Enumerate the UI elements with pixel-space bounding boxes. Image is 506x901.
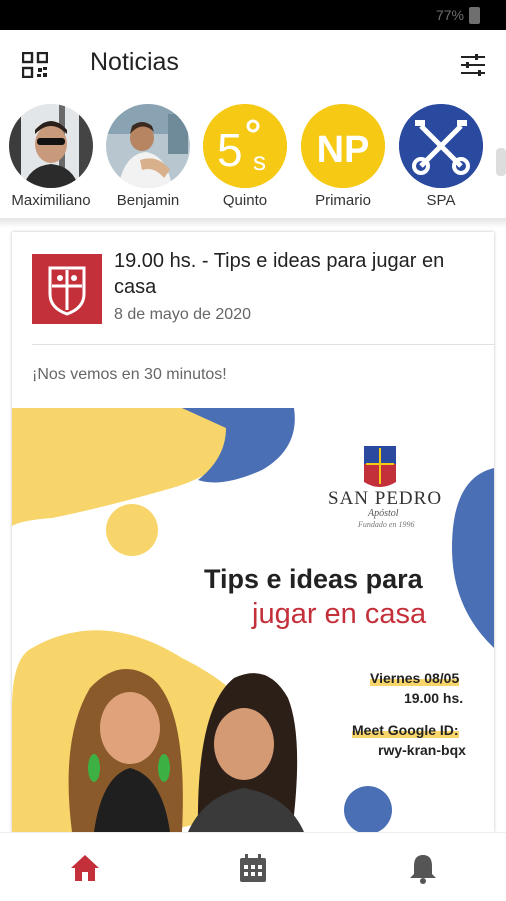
poster-day: Viernes 08/05 bbox=[370, 670, 460, 686]
poster-meet-id: rwy-kran-bqx bbox=[378, 742, 466, 758]
svg-text:NP: NP bbox=[317, 129, 370, 171]
story-maximiliano[interactable]: Maximiliano bbox=[6, 104, 96, 209]
post-title: 19.00 hs. - Tips e ideas para jugar en c… bbox=[114, 250, 445, 298]
poster-time: 19.00 hs. bbox=[404, 690, 464, 706]
bell-icon[interactable] bbox=[406, 851, 440, 885]
stories-row: Maximiliano Benjamin 5 s Quinto NP Prima… bbox=[0, 98, 506, 218]
battery-percent: 77% bbox=[435, 7, 464, 23]
avatar bbox=[9, 104, 93, 188]
svg-text:s: s bbox=[253, 146, 266, 176]
post-poster-image[interactable]: SAN PEDRO Apóstol Fundado en 1996 Tips e… bbox=[12, 408, 494, 832]
avatar bbox=[106, 104, 190, 188]
poster-headline-1: Tips e ideas para bbox=[204, 564, 423, 594]
page-title: Noticias bbox=[90, 48, 179, 76]
status-bar: 77% bbox=[0, 0, 506, 30]
school-logo bbox=[32, 254, 102, 324]
poster-headline-2: jugar en casa bbox=[252, 598, 427, 630]
story-primario[interactable]: NP Primario bbox=[298, 104, 388, 209]
story-label: SPA bbox=[426, 192, 456, 209]
home-icon[interactable] bbox=[68, 851, 102, 885]
next-story-peek[interactable] bbox=[496, 148, 506, 176]
avatar bbox=[399, 104, 483, 188]
divider bbox=[32, 344, 494, 345]
story-label: Maximiliano bbox=[11, 192, 91, 209]
battery-icon bbox=[469, 7, 480, 24]
story-quinto[interactable]: 5 s Quinto bbox=[200, 104, 290, 209]
news-post-card[interactable]: 19.00 hs. - Tips e ideas para jugar en c… bbox=[12, 232, 494, 832]
poster-brand-sub: Apóstol bbox=[368, 508, 399, 519]
app-bar: Noticias bbox=[0, 30, 506, 98]
svg-text:5: 5 bbox=[217, 124, 243, 176]
story-label: Quinto bbox=[222, 192, 268, 209]
story-spa[interactable]: SPA bbox=[396, 104, 486, 209]
stories-divider bbox=[0, 218, 506, 228]
poster-brand-name: SAN PEDRO bbox=[328, 488, 443, 509]
avatar: NP bbox=[301, 104, 385, 188]
story-label: Primario bbox=[315, 192, 371, 209]
post-date: 8 de mayo de 2020 bbox=[114, 306, 251, 323]
filter-sliders-icon[interactable] bbox=[460, 54, 486, 76]
story-benjamin[interactable]: Benjamin bbox=[103, 104, 193, 209]
calendar-icon[interactable] bbox=[236, 851, 270, 885]
crossed-keys-icon bbox=[399, 104, 483, 188]
poster-brand-tag: Fundado en 1996 bbox=[358, 520, 415, 529]
story-label: Benjamin bbox=[116, 192, 180, 209]
poster-meet-label: Meet Google ID: bbox=[352, 722, 459, 738]
avatar: 5 s bbox=[203, 104, 287, 188]
bottom-navigation bbox=[0, 832, 506, 901]
qr-code-icon[interactable] bbox=[22, 52, 48, 78]
post-subtitle: ¡Nos vemos en 30 minutos! bbox=[32, 366, 227, 383]
